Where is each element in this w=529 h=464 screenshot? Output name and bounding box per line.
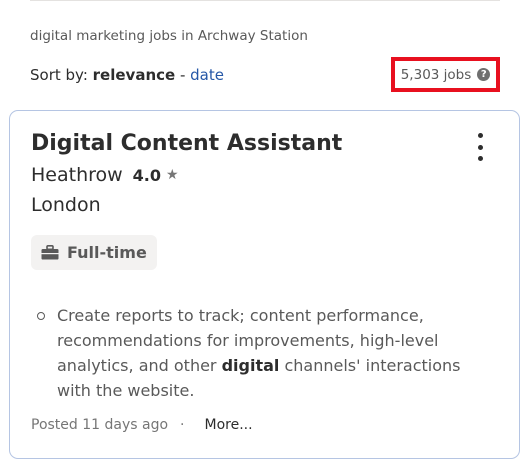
star-icon: ★ bbox=[166, 167, 179, 183]
job-title[interactable]: Digital Content Assistant bbox=[31, 131, 342, 156]
kebab-menu-icon[interactable] bbox=[470, 133, 490, 161]
kebab-dot bbox=[477, 133, 483, 138]
job-card[interactable]: Digital Content Assistant Heathrow 4.0 ★… bbox=[9, 110, 520, 459]
briefcase-icon bbox=[41, 245, 59, 260]
company-rating: 4.0 ★ bbox=[133, 166, 179, 185]
search-caption: digital marketing jobs in Archway Statio… bbox=[30, 28, 308, 44]
footer-separator: · bbox=[180, 417, 185, 433]
rating-value: 4.0 bbox=[132, 165, 162, 185]
sort-by-date-link[interactable]: date bbox=[190, 66, 224, 84]
sort-separator: - bbox=[175, 66, 191, 84]
job-type-badge: Full-time bbox=[31, 235, 157, 270]
job-snippet: Create reports to track; content perform… bbox=[31, 303, 491, 403]
sort-prefix: Sort by: bbox=[30, 66, 93, 84]
job-card-footer: Posted 11 days ago · More... bbox=[31, 417, 253, 433]
job-location: London bbox=[31, 194, 101, 216]
posted-date: Posted 11 days ago bbox=[31, 417, 169, 433]
job-type-label: Full-time bbox=[67, 243, 147, 262]
kebab-dot bbox=[477, 156, 483, 161]
help-circle-icon[interactable]: ? bbox=[477, 68, 491, 81]
sort-control: Sort by: relevance - date bbox=[30, 66, 224, 84]
company-row: Heathrow 4.0 ★ bbox=[31, 164, 179, 186]
kebab-dot bbox=[477, 144, 483, 150]
job-count-label: 5,303 jobs bbox=[400, 66, 472, 83]
job-count: 5,303 jobs ? bbox=[391, 57, 500, 92]
divider bbox=[30, 0, 500, 1]
snippet-highlight: digital bbox=[221, 356, 280, 375]
snippet-item: Create reports to track; content perform… bbox=[37, 303, 491, 403]
company-name: Heathrow bbox=[31, 164, 123, 186]
more-link[interactable]: More... bbox=[205, 417, 253, 433]
job-search-results: digital marketing jobs in Archway Statio… bbox=[0, 0, 529, 464]
sort-active-option: relevance bbox=[92, 66, 176, 84]
